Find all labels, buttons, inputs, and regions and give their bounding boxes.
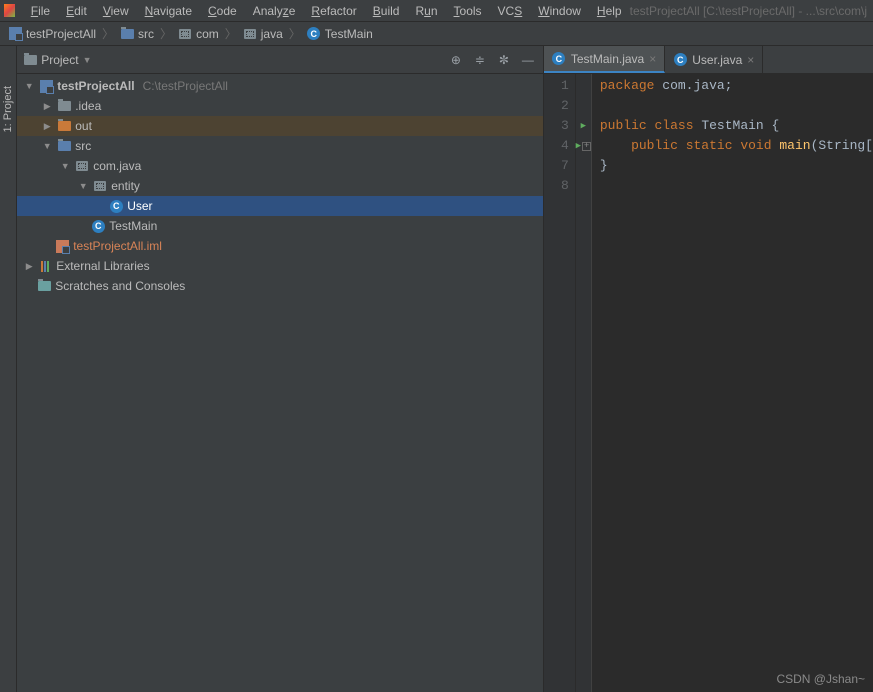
close-icon[interactable]: × [747, 53, 754, 67]
crumb-sep: 〉 [102, 25, 114, 42]
editor-tabs: C TestMain.java × C User.java × [544, 46, 873, 74]
tree-scratches[interactable]: Scratches and Consoles [17, 276, 543, 296]
project-panel-header: Project ▼ ⊕ ≑ ✼ — [17, 46, 543, 74]
folder-icon [57, 99, 71, 113]
menu-tools[interactable]: Tools [446, 2, 490, 20]
crumb-com[interactable]: com [178, 27, 219, 41]
class-icon: C [673, 53, 687, 67]
hide-icon[interactable]: — [519, 51, 537, 69]
menu-analyze[interactable]: Analyze [245, 2, 304, 20]
tree-external-libraries[interactable]: ▶ External Libraries [17, 256, 543, 276]
menu-window[interactable]: Window [530, 2, 589, 20]
menu-code[interactable]: Code [200, 2, 245, 20]
crumb-class[interactable]: C TestMain [307, 27, 373, 41]
locate-icon[interactable]: ⊕ [447, 51, 465, 69]
module-icon [39, 79, 53, 93]
menu-refactor[interactable]: Refactor [303, 2, 364, 20]
tree-arrow-icon[interactable]: ▶ [23, 261, 35, 272]
app-logo-icon [4, 4, 15, 17]
gutter-marks: ▶ ▶+ [576, 74, 592, 692]
gear-icon[interactable]: ✼ [495, 51, 513, 69]
crumb-src[interactable]: src [120, 27, 154, 41]
dropdown-icon: ▼ [83, 55, 92, 65]
menu-vcs[interactable]: VCS [490, 2, 531, 20]
project-view-icon [23, 53, 37, 67]
crumb-label: TestMain [325, 27, 373, 41]
package-icon [75, 159, 89, 173]
tree-root[interactable]: ▼ testProjectAll C:\testProjectAll [17, 76, 543, 96]
window-title: testProjectAll [C:\testProjectAll] - ...… [630, 4, 873, 18]
project-panel: Project ▼ ⊕ ≑ ✼ — ▼ testProjectAll C:\te… [17, 46, 544, 692]
menu-edit[interactable]: Edit [58, 2, 95, 20]
folder-icon [57, 119, 71, 133]
menu-run[interactable]: Run [407, 2, 445, 20]
tree-arrow-icon[interactable]: ▼ [41, 141, 53, 151]
tree-arrow-icon[interactable]: ▶ [41, 121, 53, 132]
class-icon: C [307, 27, 321, 41]
project-tree[interactable]: ▼ testProjectAll C:\testProjectAll ▶ .id… [17, 74, 543, 692]
breadcrumb: testProjectAll 〉 src 〉 com 〉 java 〉 C Te… [0, 22, 873, 46]
tree-iml[interactable]: testProjectAll.iml [17, 236, 543, 256]
tree-src[interactable]: ▼ src [17, 136, 543, 156]
run-gutter-icon[interactable]: ▶ [576, 116, 591, 136]
crumb-java[interactable]: java [243, 27, 283, 41]
crumb-label: src [138, 27, 154, 41]
folder-icon [57, 139, 71, 153]
class-icon: C [109, 199, 123, 213]
module-icon [8, 27, 22, 41]
tree-testmain-class[interactable]: C TestMain [17, 216, 543, 236]
tree-arrow-icon[interactable]: ▼ [59, 161, 71, 171]
crumb-sep: 〉 [225, 25, 237, 42]
crumb-label: java [261, 27, 283, 41]
scratches-icon [37, 279, 51, 293]
tree-idea[interactable]: ▶ .idea [17, 96, 543, 116]
class-icon: C [91, 219, 105, 233]
editor-tab-user[interactable]: C User.java × [665, 46, 763, 73]
package-icon [178, 27, 192, 41]
tree-user-class[interactable]: C User [17, 196, 543, 216]
menu-file[interactable]: File [23, 2, 58, 20]
sidebar-tab-project[interactable]: 1: Project [2, 86, 14, 132]
tree-arrow-icon[interactable]: ▶ [41, 101, 53, 112]
project-panel-title[interactable]: Project ▼ [23, 53, 91, 67]
editor-area: C TestMain.java × C User.java × 1 2 3 4 … [544, 46, 873, 692]
crumb-sep: 〉 [160, 25, 172, 42]
menu-help[interactable]: Help [589, 2, 630, 20]
crumb-sep: 〉 [289, 25, 301, 42]
code-content[interactable]: package com.java; public class TestMain … [592, 74, 873, 692]
editor-tab-testmain[interactable]: C TestMain.java × [544, 46, 665, 73]
class-icon: C [552, 52, 566, 66]
package-icon [93, 179, 107, 193]
line-numbers: 1 2 3 4 7 8 [544, 74, 576, 692]
tree-out[interactable]: ▶ out [17, 116, 543, 136]
package-icon [243, 27, 257, 41]
folder-icon [120, 27, 134, 41]
sidebar-tab-strip: 1: Project [0, 46, 17, 692]
module-settings-icon [55, 239, 69, 253]
fold-gutter-icon[interactable]: ▶+ [576, 136, 591, 156]
tree-arrow-icon[interactable]: ▼ [23, 81, 35, 91]
menu-build[interactable]: Build [365, 2, 408, 20]
libraries-icon [39, 261, 52, 272]
watermark: CSDN @Jshan~ [776, 672, 865, 686]
tree-package[interactable]: ▼ com.java [17, 156, 543, 176]
tree-arrow-icon[interactable]: ▼ [77, 181, 89, 191]
menubar: File Edit View Navigate Code Analyze Ref… [0, 0, 873, 22]
editor-body[interactable]: 1 2 3 4 7 8 ▶ ▶+ package com.java; publi… [544, 74, 873, 692]
menu-navigate[interactable]: Navigate [137, 2, 200, 20]
crumb-project[interactable]: testProjectAll [8, 27, 96, 41]
tree-entity[interactable]: ▼ entity [17, 176, 543, 196]
crumb-label: testProjectAll [26, 27, 96, 41]
collapse-icon[interactable]: ≑ [471, 51, 489, 69]
crumb-label: com [196, 27, 219, 41]
close-icon[interactable]: × [649, 52, 656, 66]
menu-view[interactable]: View [95, 2, 137, 20]
